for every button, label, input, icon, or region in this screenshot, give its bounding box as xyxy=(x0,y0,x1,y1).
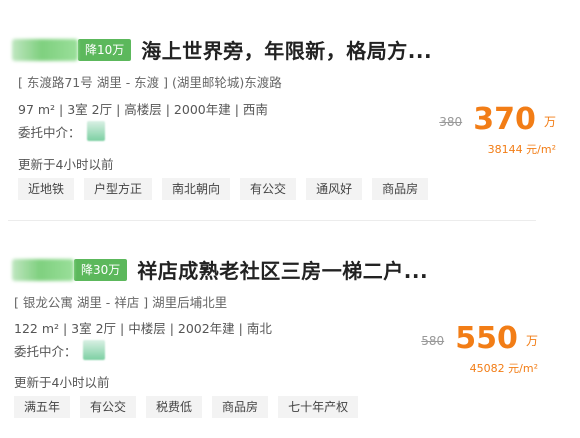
price-drop-badge: 降30万 xyxy=(74,258,128,281)
price-unit: 万 xyxy=(543,115,556,129)
listing-title[interactable]: 祥店成熟老社区三房一梯二户... xyxy=(137,255,428,284)
price-block: 380 370 万 38144 元/m² xyxy=(439,102,556,157)
agent-avatar-icon[interactable] xyxy=(82,340,105,360)
total-price: 550 xyxy=(455,321,518,356)
updated-time: 更新于4小时以前 xyxy=(14,375,110,390)
price-drop-badge: 降10万 xyxy=(78,38,132,61)
updated-time: 更新于4小时以前 xyxy=(18,157,114,172)
price-unit: 万 xyxy=(525,334,538,348)
listing-card[interactable]: 降10万 海上世界旁，年限新，格局方... [ 东渡路71号 湖里 - 东渡 ]… xyxy=(0,0,580,220)
original-price: 580 xyxy=(421,334,445,348)
agent-avatar-icon[interactable] xyxy=(86,121,105,141)
tag: 满五年 xyxy=(14,396,71,418)
tag: 近地铁 xyxy=(18,178,75,200)
agent-row: 委托中介： xyxy=(18,121,105,141)
tag: 商品房 xyxy=(212,396,269,418)
agent-row: 委托中介： xyxy=(14,340,105,360)
total-price: 370 xyxy=(473,102,536,137)
tag: 通风好 xyxy=(306,178,363,200)
unit-price: 45082 元/m² xyxy=(469,362,538,375)
tag: 南北朝向 xyxy=(162,178,231,200)
listing-specs: 97 m² | 3室 2厅 | 高楼层 | 2000年建 | 西南 xyxy=(18,102,268,117)
tag: 有公交 xyxy=(80,396,137,418)
listing-address[interactable]: [ 东渡路71号 湖里 - 东渡 ] (湖里邮轮城)东渡路 xyxy=(18,72,282,91)
tag-list: 满五年 有公交 税费低 商品房 七十年产权 xyxy=(14,396,368,418)
tag-list: 近地铁 户型方正 南北朝向 有公交 通风好 商品房 xyxy=(18,178,438,200)
listing-title[interactable]: 海上世界旁，年限新，格局方... xyxy=(141,35,432,64)
tag: 有公交 xyxy=(240,178,297,200)
tag: 税费低 xyxy=(146,396,203,418)
tag: 商品房 xyxy=(372,178,429,200)
price-block: 580 550 万 45082 元/m² xyxy=(421,321,538,376)
agent-label: 委托中介： xyxy=(14,343,77,359)
listing-specs: 122 m² | 3室 2厅 | 中楼层 | 2002年建 | 南北 xyxy=(14,321,272,336)
listing-card[interactable]: 降30万 祥店成熟老社区三房一梯二户... [ 银龙公寓 湖里 - 祥店 ] 湖… xyxy=(0,221,580,438)
unit-price: 38144 元/m² xyxy=(487,143,556,156)
original-price: 380 xyxy=(439,115,463,129)
blurred-label xyxy=(12,38,78,61)
blurred-label xyxy=(12,258,74,281)
agent-label: 委托中介： xyxy=(18,124,81,140)
tag: 七十年产权 xyxy=(278,396,359,418)
tag: 户型方正 xyxy=(84,178,153,200)
listing-address[interactable]: [ 银龙公寓 湖里 - 祥店 ] 湖里后埔北里 xyxy=(14,292,227,311)
